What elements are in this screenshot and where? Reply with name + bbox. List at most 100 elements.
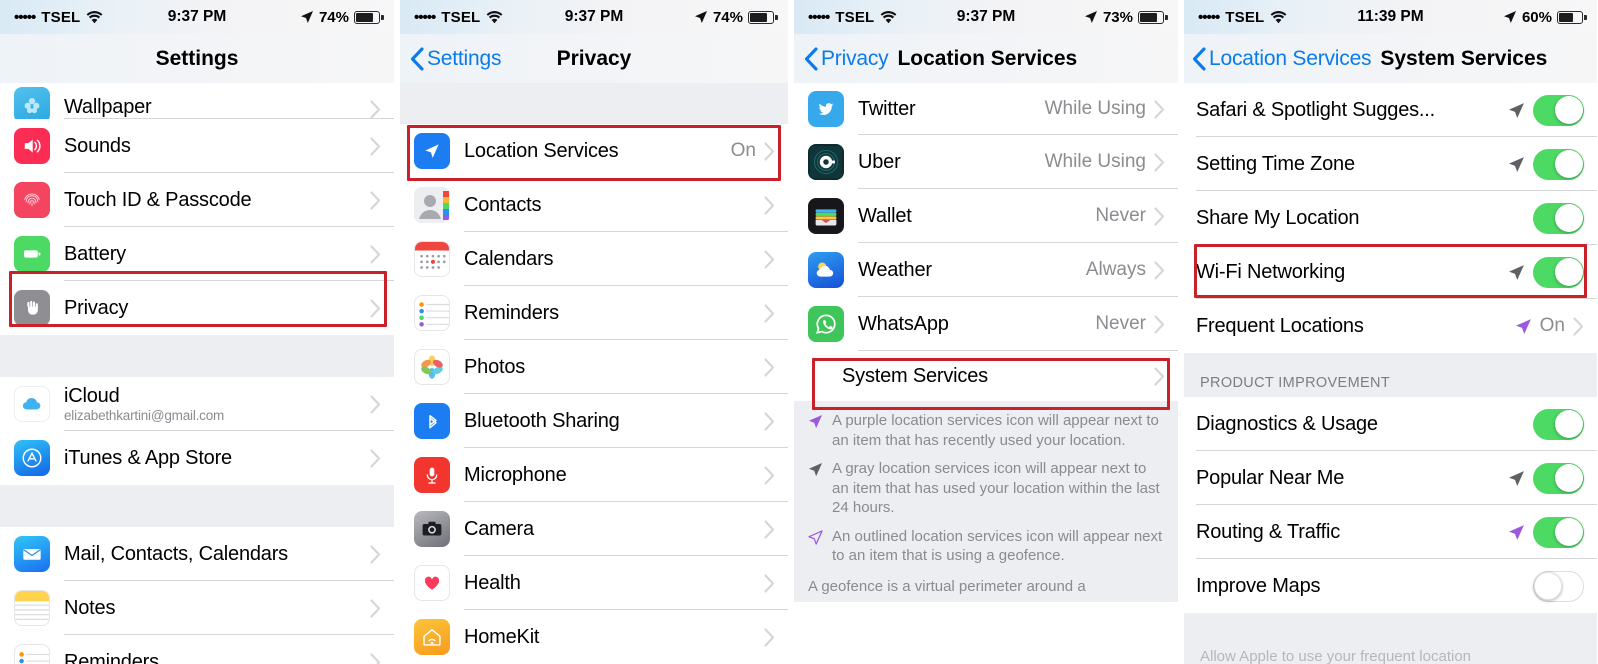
row-wallpaper[interactable]: Wallpaper <box>0 83 394 123</box>
row-right <box>764 411 775 431</box>
row-right <box>370 244 381 264</box>
row-bluetooth-sharing[interactable]: Bluetooth Sharing <box>400 394 788 448</box>
group-separator <box>0 335 394 377</box>
location-services-icon <box>414 133 450 169</box>
status-bar-right: 60% <box>1503 9 1587 26</box>
row-safari-spotlight-suggestions[interactable]: Safari & Spotlight Sugges... <box>1184 83 1597 137</box>
camera-icon <box>414 511 450 547</box>
system-services-list: Safari & Spotlight Sugges... Setting Tim… <box>1184 83 1597 353</box>
battery-percent-label: 74% <box>712 8 743 26</box>
bluetooth-icon <box>414 403 450 439</box>
row-uber[interactable]: Uber While Using <box>794 135 1178 189</box>
row-privacy[interactable]: Privacy <box>0 281 394 335</box>
row-right <box>1508 94 1584 126</box>
location-arrow-icon <box>694 10 708 24</box>
row-diagnostics-usage[interactable]: Diagnostics & Usage <box>1184 397 1597 451</box>
back-button[interactable]: Location Services <box>1192 47 1372 71</box>
row-notes[interactable]: Notes <box>0 581 394 635</box>
row-twitter[interactable]: Twitter While Using <box>794 83 1178 135</box>
row-setting-time-zone[interactable]: Setting Time Zone <box>1184 137 1597 191</box>
homekit-icon <box>414 619 450 655</box>
row-weather[interactable]: Weather Always <box>794 243 1178 297</box>
row-improve-maps[interactable]: Improve Maps <box>1184 559 1597 613</box>
row-icloud[interactable]: iCloud elizabethkartini@gmail.com <box>0 377 394 431</box>
row-value: Never <box>1095 205 1146 226</box>
chevron-right-icon <box>370 190 381 210</box>
row-right: Never <box>1095 205 1165 227</box>
toggle-switch[interactable] <box>1533 94 1584 126</box>
status-bar: ••••• TSEL 11:39 PM 60% <box>1184 0 1597 34</box>
row-location-services[interactable]: Location Services On <box>400 124 788 178</box>
wifi-icon <box>1270 10 1287 24</box>
row-frequent-locations[interactable]: Frequent Locations On <box>1184 299 1597 353</box>
chevron-right-icon <box>1154 260 1165 280</box>
chevron-right-icon <box>1573 316 1584 336</box>
row-wifi-networking[interactable]: Wi-Fi Networking <box>1184 245 1597 299</box>
location-services-list: Twitter While Using Uber While Using Wal… <box>794 83 1178 401</box>
gray-filled-arrow-icon <box>1508 102 1525 119</box>
row-right: On <box>1515 315 1584 337</box>
status-bar-left: ••••• TSEL <box>414 9 503 26</box>
signal-dots-icon: ••••• <box>14 8 36 26</box>
toggle-switch[interactable] <box>1533 570 1584 602</box>
row-system-services[interactable]: System Services <box>794 351 1178 401</box>
chevron-right-icon <box>1154 314 1165 334</box>
toggle-switch[interactable] <box>1533 256 1584 288</box>
calendars-icon <box>414 241 450 277</box>
gray-filled-arrow-icon <box>808 459 824 518</box>
toggle-switch[interactable] <box>1533 408 1584 440</box>
row-itunes-app-store[interactable]: iTunes & App Store <box>0 431 394 485</box>
row-popular-near-me[interactable]: Popular Near Me <box>1184 451 1597 505</box>
phone-panel-settings: ••••• TSEL 9:37 PM 74% Settings Wallpape… <box>0 0 394 664</box>
microphone-icon <box>414 457 450 493</box>
row-homekit[interactable]: HomeKit <box>400 610 788 664</box>
row-value: Always <box>1085 259 1146 280</box>
row-right <box>764 249 775 269</box>
chevron-left-icon <box>804 46 818 71</box>
back-button[interactable]: Settings <box>410 47 501 71</box>
row-contacts[interactable]: Contacts <box>400 178 788 232</box>
row-sounds[interactable]: Sounds <box>0 119 394 173</box>
row-share-my-location[interactable]: Share My Location <box>1184 191 1597 245</box>
toggle-switch[interactable] <box>1533 148 1584 180</box>
chevron-right-icon <box>1154 206 1165 226</box>
row-right <box>1508 516 1584 548</box>
row-calendars[interactable]: Calendars <box>400 232 788 286</box>
wallet-icon <box>808 198 844 234</box>
row-right <box>370 298 381 318</box>
back-button[interactable]: Privacy <box>804 46 889 71</box>
row-camera[interactable]: Camera <box>400 502 788 556</box>
reminders-icon <box>414 295 450 331</box>
battery-icon <box>1138 10 1168 24</box>
location-arrow-icon <box>1503 10 1517 24</box>
row-wallet[interactable]: Wallet Never <box>794 189 1178 243</box>
health-heart-icon <box>414 565 450 601</box>
row-label: Share My Location <box>1196 206 1360 229</box>
privacy-hand-icon <box>14 290 50 326</box>
row-touch-id-passcode[interactable]: Touch ID & Passcode <box>0 173 394 227</box>
row-value: On <box>1539 315 1565 336</box>
toggle-switch[interactable] <box>1533 202 1584 234</box>
carrier-label: TSEL <box>1225 8 1265 26</box>
row-reminders[interactable]: Reminders <box>0 635 394 664</box>
chevron-right-icon <box>370 544 381 564</box>
row-mail-contacts-calendars[interactable]: Mail, Contacts, Calendars <box>0 527 394 581</box>
row-routing-traffic[interactable]: Routing & Traffic <box>1184 505 1597 559</box>
reminders-icon <box>14 644 50 664</box>
row-photos[interactable]: Photos <box>400 340 788 394</box>
page-title: Settings <box>155 46 239 70</box>
row-reminders[interactable]: Reminders <box>400 286 788 340</box>
row-right <box>370 136 381 156</box>
row-battery[interactable]: Battery <box>0 227 394 281</box>
chevron-right-icon <box>370 136 381 156</box>
toggle-switch[interactable] <box>1533 516 1584 548</box>
wallpaper-icon <box>14 87 50 123</box>
row-health[interactable]: Health <box>400 556 788 610</box>
row-whatsapp[interactable]: WhatsApp Never <box>794 297 1178 351</box>
toggle-switch[interactable] <box>1533 462 1584 494</box>
product-improvement-list: Diagnostics & Usage Popular Near Me Rout… <box>1184 397 1597 613</box>
footer-item-gray: A gray location services icon will appea… <box>808 459 1164 518</box>
footer-item-purple: A purple location services icon will app… <box>808 411 1164 450</box>
footer-cut-text: Allow Apple to use your frequent locatio… <box>1184 641 1597 664</box>
row-microphone[interactable]: Microphone <box>400 448 788 502</box>
